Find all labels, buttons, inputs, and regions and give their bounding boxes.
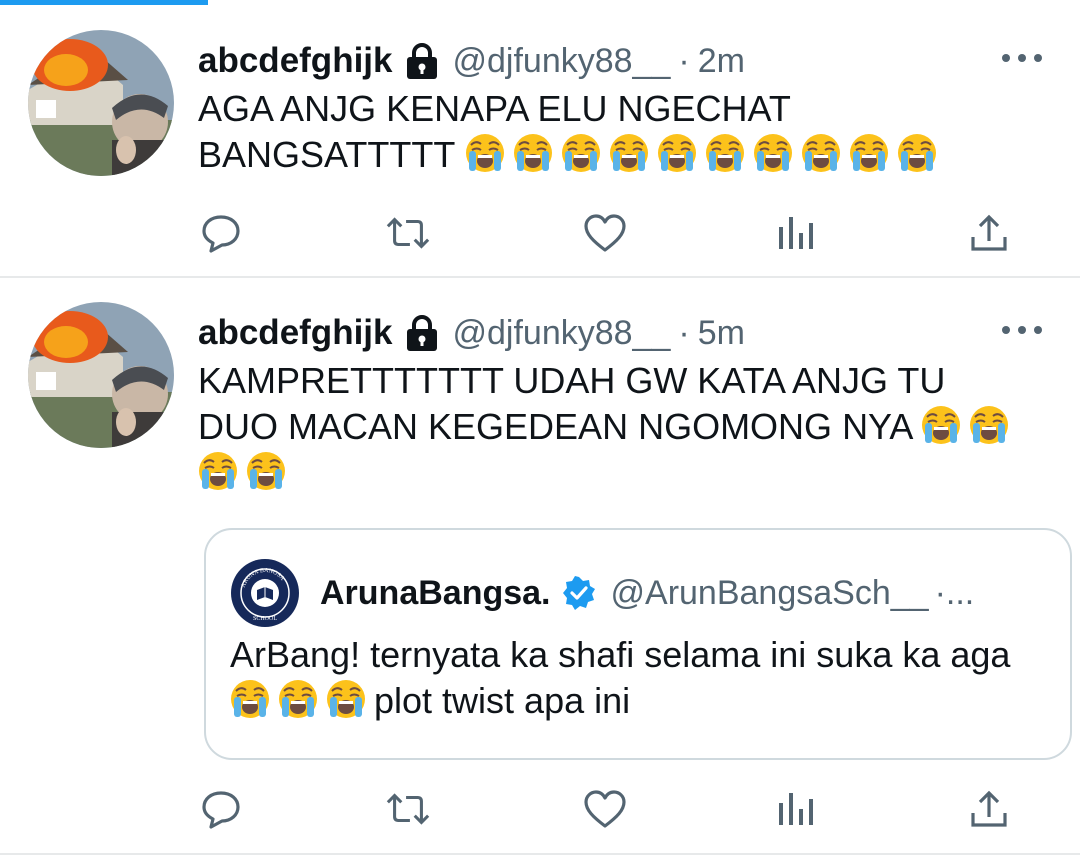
loudly-crying-face-emoji [198, 451, 238, 491]
separator-dot: · [678, 41, 690, 80]
tweet[interactable]: abcdefghijk @djfunky88__ · 2m AGA ANJG K… [0, 0, 1080, 276]
lock-icon [404, 42, 440, 80]
analytics-icon[interactable] [772, 210, 818, 256]
reply-icon[interactable] [198, 786, 244, 832]
loudly-crying-face-emoji [657, 133, 697, 173]
verified-badge-icon [561, 575, 597, 611]
quoted-text-before: ArBang! ternyata ka shafi selama ini suk… [230, 634, 1011, 675]
tweet-text-content: KAMPRETTTTTTT UDAH GW KATA ANJG TU DUO M… [198, 360, 946, 447]
loudly-crying-face-emoji [849, 133, 889, 173]
share-icon[interactable] [966, 210, 1012, 256]
loudly-crying-face-emoji [326, 679, 366, 719]
user-handle[interactable]: @djfunky88__ [452, 314, 670, 353]
share-icon[interactable] [966, 786, 1012, 832]
quoted-tweet[interactable]: ARUNA BANGSA SCHOOL ArunaBangsa. @ArunBa… [204, 528, 1072, 760]
analytics-icon[interactable] [772, 786, 818, 832]
loudly-crying-face-emoji [705, 133, 745, 173]
loudly-crying-face-emoji [969, 405, 1009, 445]
tweet-actions [198, 786, 1018, 832]
retweet-icon[interactable] [385, 210, 431, 256]
quoted-user-handle[interactable]: @ArunBangsaSch__ [611, 574, 929, 613]
loudly-crying-face-emoji [513, 133, 553, 173]
emoji-group [230, 680, 374, 721]
tweet-text: KAMPRETTTTTTT UDAH GW KATA ANJG TU DUO M… [198, 358, 1028, 496]
avatar[interactable] [28, 30, 174, 176]
loudly-crying-face-emoji [609, 133, 649, 173]
timestamp[interactable]: 2m [698, 42, 745, 81]
quoted-display-name[interactable]: ArunaBangsa. [320, 574, 551, 613]
avatar[interactable] [28, 302, 174, 448]
loudly-crying-face-emoji [278, 679, 318, 719]
reply-icon[interactable] [198, 210, 244, 256]
more-options-icon[interactable] [1002, 43, 1042, 73]
user-handle[interactable]: @djfunky88__ [452, 42, 670, 81]
quoted-avatar[interactable]: ARUNA BANGSA SCHOOL [230, 558, 300, 628]
emoji-group [465, 134, 945, 175]
loudly-crying-face-emoji [897, 133, 937, 173]
like-icon[interactable] [582, 786, 628, 832]
like-icon[interactable] [582, 210, 628, 256]
retweet-icon[interactable] [385, 786, 431, 832]
tweet-divider [0, 853, 1080, 855]
tweet-text: AGA ANJG KENAPA ELU NGECHAT BANGSATTTTT [198, 86, 1038, 178]
loudly-crying-face-emoji [753, 133, 793, 173]
quoted-separator: ·... [934, 573, 975, 612]
quoted-tweet-text: ArBang! ternyata ka shafi selama ini suk… [230, 632, 1050, 724]
lock-icon [404, 314, 440, 352]
loudly-crying-face-emoji [801, 133, 841, 173]
tweet-actions [198, 210, 1018, 256]
svg-text:SCHOOL: SCHOOL [253, 616, 277, 622]
loudly-crying-face-emoji [246, 451, 286, 491]
more-options-icon[interactable] [1002, 315, 1042, 345]
loudly-crying-face-emoji [465, 133, 505, 173]
timestamp[interactable]: 5m [698, 314, 745, 353]
loudly-crying-face-emoji [561, 133, 601, 173]
display-name[interactable]: abcdefghijk [198, 41, 392, 81]
separator-dot: · [678, 313, 690, 352]
loudly-crying-face-emoji [230, 679, 270, 719]
display-name[interactable]: abcdefghijk [198, 313, 392, 353]
quoted-text-after: plot twist apa ini [374, 680, 631, 721]
loudly-crying-face-emoji [921, 405, 961, 445]
tweet[interactable]: abcdefghijk @djfunky88__ · 5m KAMPRETTTT… [0, 278, 1080, 857]
